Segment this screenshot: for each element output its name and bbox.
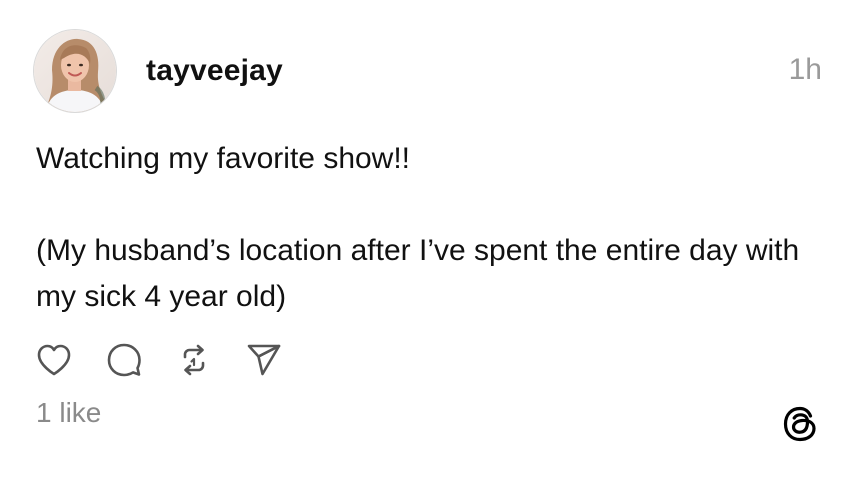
like-count[interactable]: 1 like bbox=[36, 396, 101, 430]
share-icon bbox=[247, 344, 281, 376]
repost-button[interactable] bbox=[174, 340, 214, 380]
comment-icon bbox=[107, 343, 141, 377]
threads-post-card: tayveejay 1h Watching my favorite show!!… bbox=[0, 0, 850, 484]
threads-logo-glyph bbox=[783, 406, 816, 442]
post-timestamp: 1h bbox=[788, 53, 822, 86]
repost-icon bbox=[183, 344, 205, 376]
share-button[interactable] bbox=[244, 340, 284, 380]
post-body: Watching my favorite show!! (My husband’… bbox=[36, 136, 816, 320]
threads-logo-icon[interactable] bbox=[781, 405, 819, 443]
post-action-bar bbox=[34, 340, 314, 380]
profile-photo bbox=[34, 30, 116, 112]
author-username[interactable]: tayveejay bbox=[146, 53, 283, 89]
post-body-line: Watching my favorite show!! bbox=[36, 142, 411, 175]
like-button[interactable] bbox=[34, 340, 74, 380]
post-body-line: (My husband’s location after I’ve spent … bbox=[36, 234, 800, 313]
avatar[interactable] bbox=[34, 30, 116, 112]
heart-icon bbox=[37, 344, 71, 376]
reply-button[interactable] bbox=[104, 340, 144, 380]
